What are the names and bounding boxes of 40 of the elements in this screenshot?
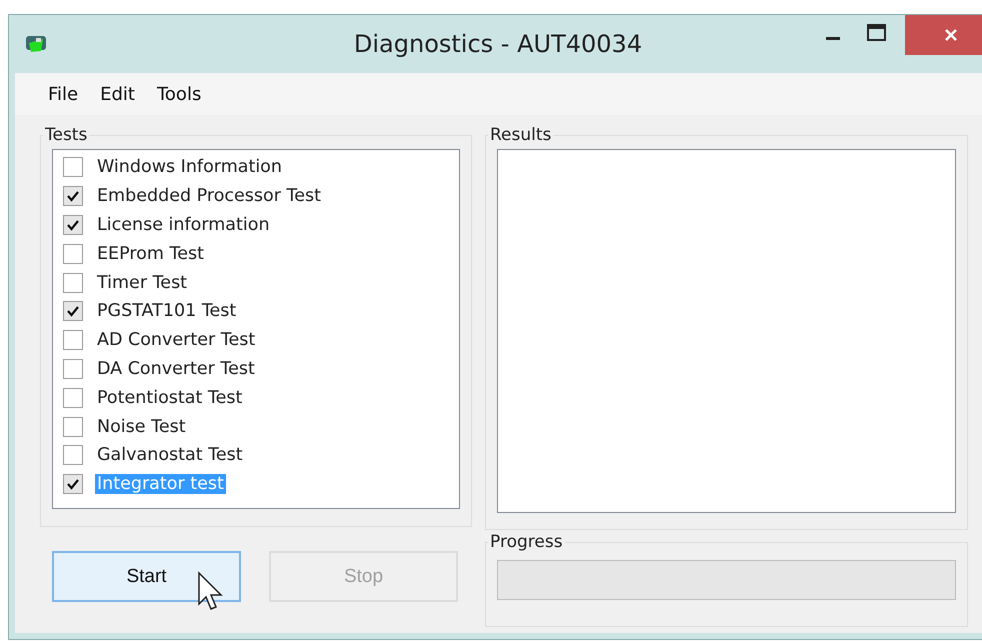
- window-title: Diagnostics - AUT40034: [354, 30, 642, 58]
- menu-item[interactable]: File: [37, 84, 90, 104]
- checkbox[interactable]: [63, 272, 83, 293]
- test-item[interactable]: Windows Information: [95, 157, 284, 178]
- group-title: Results: [489, 125, 552, 145]
- checkbox[interactable]: [63, 214, 83, 235]
- close-button[interactable]: [905, 15, 982, 55]
- test-item[interactable]: Galvanostat Test: [95, 445, 245, 466]
- checkbox[interactable]: [63, 244, 83, 264]
- test-item[interactable]: Timer Test: [95, 272, 190, 293]
- group-title: Progress: [489, 532, 564, 552]
- test-item[interactable]: EEProm Test: [95, 244, 206, 264]
- checkbox[interactable]: [63, 330, 83, 350]
- test-item[interactable]: Potentiostat Test: [95, 388, 244, 408]
- test-item[interactable]: DA Converter Test: [95, 358, 257, 379]
- checkbox[interactable]: [63, 388, 83, 408]
- test-item[interactable]: AD Converter Test: [95, 330, 258, 350]
- check-icon: [66, 190, 80, 202]
- test-item[interactable]: License information: [95, 214, 272, 235]
- app-icon: [25, 35, 47, 53]
- maximize-icon: [866, 23, 888, 43]
- check-icon: [66, 218, 80, 231]
- check-icon: [66, 478, 80, 490]
- test-item[interactable]: Noise Test: [95, 416, 188, 437]
- menu-item[interactable]: Tools: [146, 84, 212, 104]
- checkbox[interactable]: [63, 445, 83, 466]
- test-item[interactable]: Embedded Processor Test: [95, 186, 323, 206]
- close-icon: [943, 27, 959, 43]
- checkbox[interactable]: [63, 157, 83, 178]
- checkbox[interactable]: [63, 186, 83, 206]
- checkbox[interactable]: [63, 416, 83, 437]
- menu-item[interactable]: Edit: [89, 84, 146, 104]
- checkbox[interactable]: [63, 358, 83, 379]
- test-item[interactable]: PGSTAT101 Test: [95, 301, 238, 322]
- group-title: Tests: [44, 125, 88, 145]
- checkbox[interactable]: [63, 474, 83, 494]
- check-icon: [66, 305, 80, 318]
- checkbox[interactable]: [63, 301, 83, 322]
- action-button[interactable]: Start: [52, 551, 241, 602]
- minimize-icon: [826, 36, 840, 40]
